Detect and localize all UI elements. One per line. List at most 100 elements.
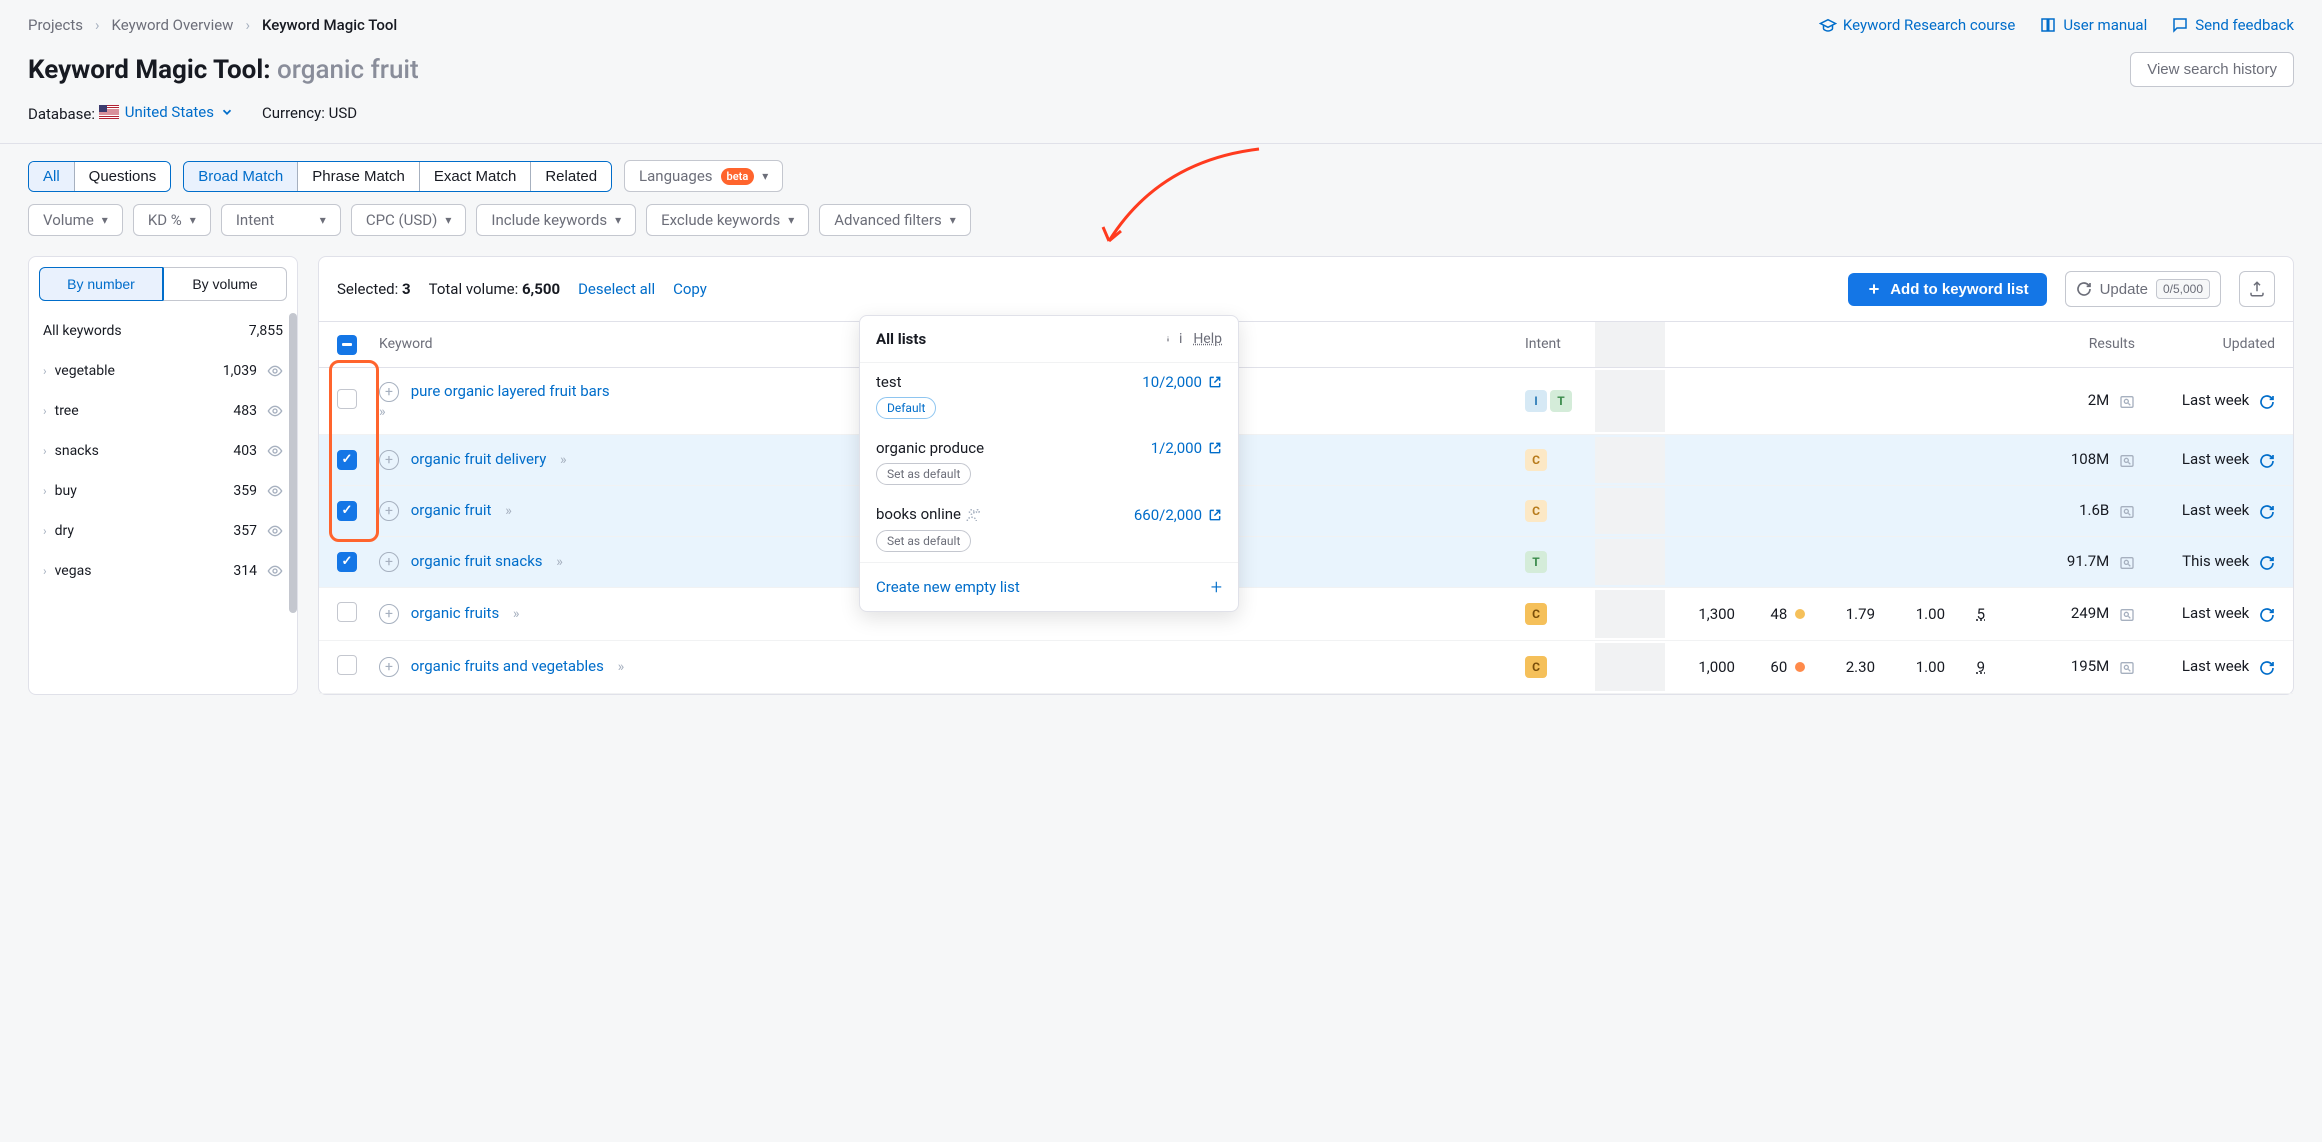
breadcrumb-row: Projects › Keyword Overview › Keyword Ma… [28,16,2294,34]
row-checkbox[interactable] [337,450,357,470]
col-results-header[interactable]: Results [1985,336,2135,352]
keyword-list-item[interactable]: books online 660/2,000 Set as default [860,495,1238,562]
filter-intent[interactable]: Intent▾ [221,204,341,236]
breadcrumb-projects[interactable]: Projects [28,16,83,34]
sidebar-item-buy[interactable]: › buy 359 [29,471,297,511]
eye-icon[interactable] [267,403,283,419]
tab-all[interactable]: All [29,162,75,191]
list-count-link[interactable]: 660/2,000 [1134,506,1222,524]
filter-cpc[interactable]: CPC (USD)▾ [351,204,467,236]
filter-kd[interactable]: KD %▾ [133,204,211,236]
view-search-history-button[interactable]: View search history [2130,52,2294,87]
copy-button[interactable]: Copy [673,280,707,298]
sidebar-item-vegas[interactable]: › vegas 314 [29,551,297,591]
expand-icon[interactable]: » [618,659,625,675]
serp-preview-icon[interactable] [2119,504,2135,520]
keyword-list-item[interactable]: organic produce 1/2,000 Set as default [860,429,1238,495]
sidebar-tab-by-number[interactable]: By number [39,267,163,301]
set-as-default-button[interactable]: Set as default [876,463,971,485]
keyword-link[interactable]: organic fruits [411,604,499,622]
col-updated-header[interactable]: Updated [2135,336,2275,352]
popover-help-link[interactable]: i Help [1161,331,1222,347]
eye-icon[interactable] [267,483,283,499]
list-count-link[interactable]: 1/2,000 [1151,439,1222,457]
refresh-icon[interactable] [2259,453,2275,469]
keyword-research-course-link[interactable]: Keyword Research course [1819,16,2015,34]
refresh-icon[interactable] [2259,660,2275,676]
add-single-keyword-button[interactable]: + [379,450,399,470]
send-feedback-link[interactable]: Send feedback [2171,16,2294,34]
serp-preview-icon[interactable] [2119,555,2135,571]
row-checkbox[interactable] [337,501,357,521]
keyword-list-item[interactable]: test 10/2,000 Default [860,363,1238,429]
cell-updated: Last week [2135,450,2275,468]
filter-include-keywords[interactable]: Include keywords▾ [476,204,636,236]
expand-icon[interactable]: » [379,404,386,420]
sidebar-item-tree[interactable]: › tree 483 [29,391,297,431]
eye-icon[interactable] [267,523,283,539]
expand-icon[interactable]: » [513,606,520,622]
add-single-keyword-button[interactable]: + [379,657,399,677]
filter-advanced[interactable]: Advanced filters▾ [819,204,971,236]
create-new-list-link[interactable]: Create new empty list [876,578,1020,596]
eye-icon[interactable] [267,563,283,579]
table-header: Keyword Intent Results Updated [319,322,2293,368]
add-single-keyword-button[interactable]: + [379,501,399,521]
tab-phrase-match[interactable]: Phrase Match [298,162,420,191]
expand-icon[interactable]: » [560,452,567,468]
sidebar-tab-by-volume[interactable]: By volume [163,267,287,301]
tab-related[interactable]: Related [531,162,611,191]
deselect-all-button[interactable]: Deselect all [578,280,655,298]
chevron-right-icon: › [43,364,47,378]
filter-exclude-keywords[interactable]: Exclude keywords▾ [646,204,809,236]
serp-preview-icon[interactable] [2119,453,2135,469]
refresh-icon[interactable] [2259,555,2275,571]
tab-exact-match[interactable]: Exact Match [420,162,532,191]
export-button[interactable] [2239,271,2275,307]
sidebar-all-keywords[interactable]: All keywords 7,855 [29,311,297,351]
breadcrumb-overview[interactable]: Keyword Overview [112,16,234,34]
filter-volume[interactable]: Volume▾ [28,204,123,236]
expand-icon[interactable]: » [556,554,563,570]
sidebar-item-vegetable[interactable]: › vegetable 1,039 [29,351,297,391]
list-count-link[interactable]: 10/2,000 [1142,373,1222,391]
keyword-link[interactable]: organic fruit snacks [411,552,543,570]
keyword-link[interactable]: pure organic layered fruit bars [411,382,610,400]
sidebar-item-dry[interactable]: › dry 357 [29,511,297,551]
keyword-link[interactable]: organic fruit [411,501,492,519]
add-to-keyword-list-button[interactable]: Add to keyword list [1848,273,2046,306]
add-single-keyword-button[interactable]: + [379,382,399,402]
scrollbar[interactable] [289,313,297,613]
set-as-default-button[interactable]: Set as default [876,530,971,552]
refresh-icon[interactable] [2259,607,2275,623]
row-checkbox[interactable] [337,552,357,572]
serp-preview-icon[interactable] [2119,607,2135,623]
serp-preview-icon[interactable] [2119,394,2135,410]
user-manual-link[interactable]: User manual [2039,16,2147,34]
currency-value: USD [329,104,357,122]
eye-icon[interactable] [267,363,283,379]
database-selector[interactable]: United States [99,103,234,121]
row-checkbox[interactable] [337,655,357,675]
refresh-icon[interactable] [2259,394,2275,410]
col-intent-header[interactable]: Intent [1525,336,1595,352]
refresh-icon[interactable] [2259,504,2275,520]
add-single-keyword-button[interactable]: + [379,552,399,572]
add-single-keyword-button[interactable]: + [379,604,399,624]
row-checkbox[interactable] [337,389,357,409]
eye-icon[interactable] [267,443,283,459]
plus-icon[interactable]: + [1211,575,1222,599]
select-all-checkbox[interactable] [337,335,357,355]
expand-icon[interactable]: » [505,503,512,519]
cell-results: 108M [1985,450,2135,468]
languages-selector[interactable]: Languages beta ▾ [624,160,783,192]
tab-questions[interactable]: Questions [75,162,171,191]
update-button[interactable]: Update 0/5,000 [2065,271,2221,307]
tab-broad-match[interactable]: Broad Match [184,162,298,191]
serp-preview-icon[interactable] [2119,660,2135,676]
sidebar-item-snacks[interactable]: › snacks 403 [29,431,297,471]
chevron-right-icon: › [43,524,47,538]
keyword-link[interactable]: organic fruits and vegetables [411,657,604,675]
row-checkbox[interactable] [337,602,357,622]
keyword-link[interactable]: organic fruit delivery [411,450,547,468]
